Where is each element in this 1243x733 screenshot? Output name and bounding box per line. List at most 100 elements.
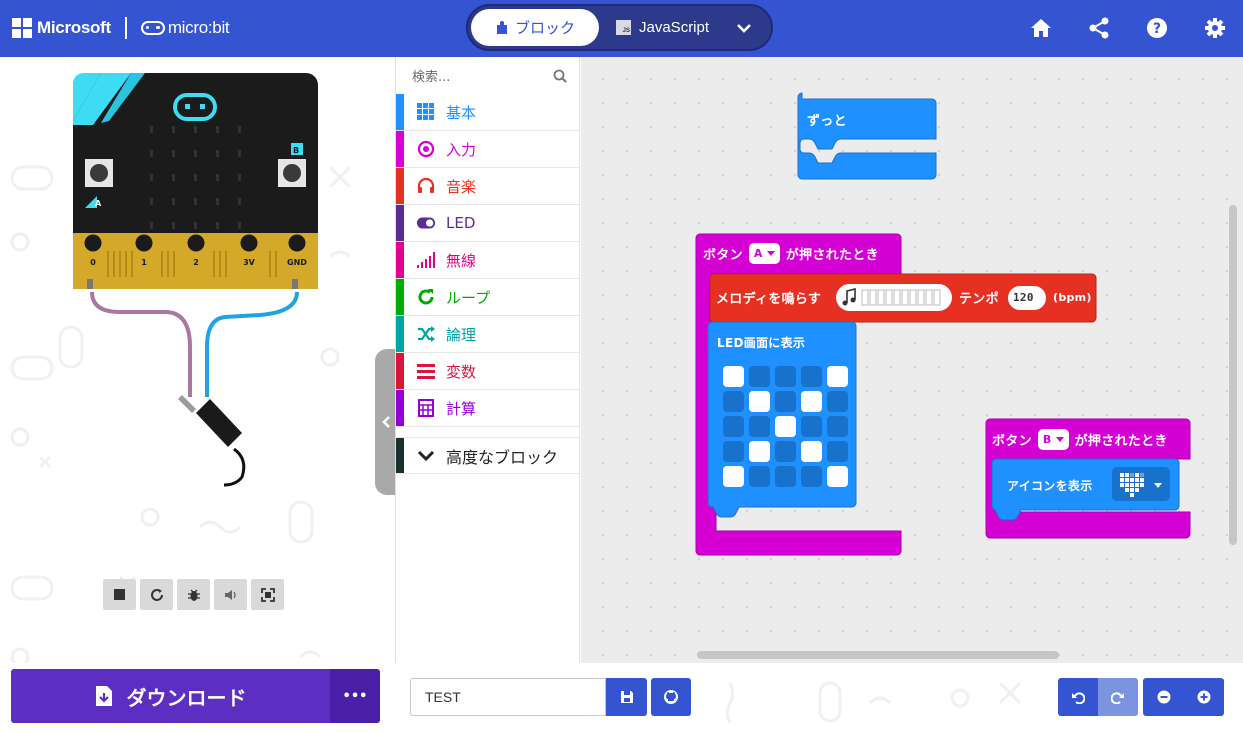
editor-dropdown-chevron-icon[interactable] <box>736 18 752 37</box>
led-cell[interactable] <box>749 466 770 487</box>
led-cell[interactable] <box>775 466 796 487</box>
show-leds-label: LED画面に表示 <box>717 336 806 350</box>
dropdown-arrow-icon <box>766 250 775 256</box>
led-cell[interactable] <box>749 366 770 387</box>
led-cell[interactable] <box>827 416 848 437</box>
led-cell[interactable] <box>775 391 796 412</box>
toolbox-category-7[interactable]: 変数 <box>396 353 579 390</box>
redo-button[interactable] <box>1098 678 1138 716</box>
zoom-out-button[interactable] <box>1143 678 1184 716</box>
pin-gnd-label: GND <box>287 258 307 267</box>
zoom-in-button[interactable] <box>1184 678 1224 716</box>
forever-label: ずっと <box>807 114 847 129</box>
blocks-workspace[interactable]: ずっと ボタン A が押されたとき メロディを鳴らす テンポ 120 (bpm)… <box>581 57 1243 663</box>
toolbox-search[interactable]: 検索... <box>396 57 579 94</box>
led-cell[interactable] <box>801 366 822 387</box>
undo-button[interactable] <box>1058 678 1098 716</box>
led-cell[interactable] <box>723 416 744 437</box>
tab-javascript-label: JavaScript <box>639 19 710 36</box>
led-cell[interactable] <box>827 366 848 387</box>
led-cell[interactable] <box>723 466 744 487</box>
download-file-icon <box>95 686 112 706</box>
pin-2-label: 2 <box>193 258 199 267</box>
tempo-value[interactable]: 120 <box>1013 291 1034 304</box>
led-cell[interactable] <box>827 441 848 462</box>
led-cell[interactable] <box>749 416 770 437</box>
microbit-board[interactable]: A B 0 1 2 3V GND <box>73 73 318 289</box>
pin-0-label: 0 <box>90 258 96 267</box>
led-cell[interactable] <box>801 391 822 412</box>
save-button[interactable] <box>606 678 647 716</box>
mute-speaker-icon[interactable] <box>214 579 247 610</box>
toolbox-category-4[interactable]: 無線 <box>396 242 579 279</box>
list-icon <box>416 361 436 381</box>
button-b-dropdown[interactable]: B <box>1037 429 1069 450</box>
collapse-simulator-button[interactable] <box>375 349 395 495</box>
toggle-icon <box>416 213 436 233</box>
toolbox-category-8[interactable]: 計算 <box>396 390 579 427</box>
headphones-icon <box>416 176 436 196</box>
home-icon[interactable] <box>1027 14 1055 42</box>
fullscreen-icon[interactable] <box>251 579 284 610</box>
vertical-scrollbar[interactable] <box>1229 205 1237 545</box>
chevron-left-icon <box>382 416 390 428</box>
github-icon <box>664 690 678 704</box>
tempo-unit: (bpm) <box>1053 291 1092 304</box>
more-options-button[interactable]: ••• <box>330 669 380 723</box>
toolbox-category-label: 音楽 <box>446 177 477 196</box>
show-leds-block[interactable] <box>707 321 857 518</box>
toolbox-category-6[interactable]: 論理 <box>396 316 579 353</box>
toolbox-category-0[interactable]: 基本 <box>396 94 579 131</box>
led-cell[interactable] <box>801 416 822 437</box>
puzzle-icon <box>496 20 507 34</box>
block-toolbox: 検索... 基本 入力音楽 LED 無線 ループ論理変数 計算 高度なブロック <box>395 57 580 663</box>
stop-icon[interactable] <box>103 579 136 610</box>
led-cell[interactable] <box>723 391 744 412</box>
github-button[interactable] <box>651 678 691 716</box>
led-cell[interactable] <box>775 416 796 437</box>
led-cell[interactable] <box>723 441 744 462</box>
forever-block[interactable] <box>797 92 937 180</box>
toolbox-category-2[interactable]: 音楽 <box>396 168 579 205</box>
toolbox-category-3[interactable]: LED <box>396 205 579 242</box>
led-cell[interactable] <box>827 391 848 412</box>
toolbox-advanced-blocks[interactable]: 高度なブロック <box>396 437 579 474</box>
shuffle-icon <box>416 324 436 344</box>
led-cell[interactable] <box>801 466 822 487</box>
led-cell[interactable] <box>723 366 744 387</box>
tab-blocks[interactable]: ブロック <box>471 9 599 46</box>
tab-javascript[interactable]: JS JavaScript <box>616 9 709 46</box>
debug-bug-icon[interactable] <box>177 579 210 610</box>
led-cell[interactable] <box>749 391 770 412</box>
download-button[interactable]: ダウンロード <box>11 669 330 723</box>
category-color-bar <box>396 205 404 241</box>
restart-icon[interactable] <box>140 579 173 610</box>
help-icon[interactable]: ? <box>1143 14 1171 42</box>
undo-icon <box>1072 692 1085 704</box>
led-cell[interactable] <box>775 441 796 462</box>
toolbox-category-label: 論理 <box>446 325 477 344</box>
pin-1-label: 1 <box>141 258 147 267</box>
target-icon <box>416 139 436 159</box>
led-cell[interactable] <box>827 466 848 487</box>
blocks-canvas[interactable] <box>581 57 1243 663</box>
brand-logo[interactable]: Microsoft micro:bit <box>12 17 230 39</box>
on-button-a-header: ボタン A が押されたとき <box>703 243 879 264</box>
button-a-label: A <box>95 199 102 208</box>
led-cell[interactable] <box>801 441 822 462</box>
category-color-bar <box>396 279 404 315</box>
category-color-bar <box>396 353 404 389</box>
settings-gear-icon[interactable] <box>1201 14 1229 42</box>
share-icon[interactable] <box>1085 14 1113 42</box>
project-name-input[interactable] <box>410 678 606 716</box>
save-disk-icon <box>620 691 633 703</box>
led-cell[interactable] <box>749 441 770 462</box>
search-input[interactable]: 検索... <box>412 66 450 85</box>
led-cell[interactable] <box>775 366 796 387</box>
toolbox-category-5[interactable]: ループ <box>396 279 579 316</box>
toolbox-category-1[interactable]: 入力 <box>396 131 579 168</box>
button-a-dropdown[interactable]: A <box>748 243 780 264</box>
svg-text:?: ? <box>1153 21 1161 37</box>
horizontal-scrollbar[interactable] <box>697 651 1059 659</box>
led-grid[interactable] <box>723 366 848 487</box>
